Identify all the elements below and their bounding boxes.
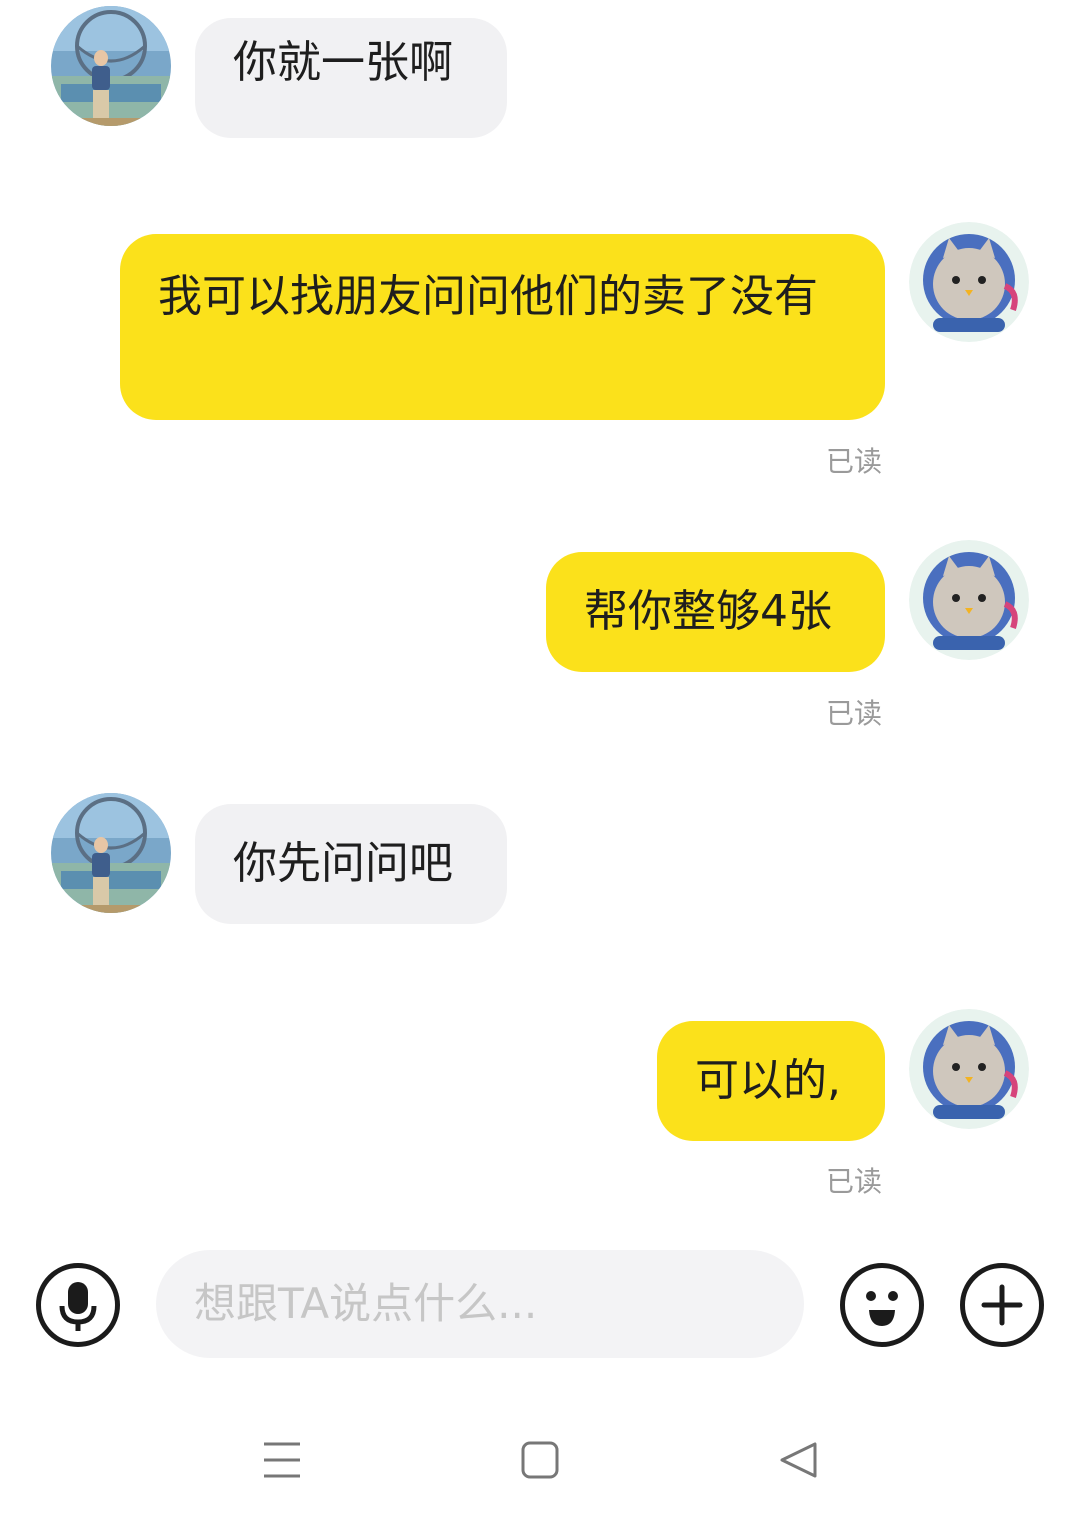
cat-astronaut-icon: [909, 540, 1029, 660]
message-text: 帮你整够4张: [584, 586, 832, 637]
contact-photo-icon: [51, 6, 171, 126]
message-text: 可以的,: [695, 1055, 841, 1106]
menu-icon[interactable]: [262, 1440, 302, 1480]
more-button[interactable]: [960, 1263, 1044, 1347]
message-bubble-outgoing[interactable]: 帮你整够4张: [546, 552, 885, 672]
square-icon[interactable]: [521, 1441, 559, 1479]
message-bubble-outgoing[interactable]: 我可以找朋友问问他们的卖了没有: [120, 234, 885, 420]
message-bubble-incoming[interactable]: 你先问问吧: [195, 804, 507, 924]
contact-avatar[interactable]: [51, 6, 171, 126]
read-receipt: 已读: [826, 445, 883, 478]
smiley-icon: [866, 1291, 898, 1326]
emoji-button[interactable]: [840, 1263, 924, 1347]
read-receipt: 已读: [826, 697, 883, 730]
back-triangle-icon[interactable]: [778, 1441, 818, 1479]
message-bubble-outgoing[interactable]: 可以的,: [657, 1021, 885, 1141]
my-avatar[interactable]: [909, 1009, 1029, 1129]
contact-avatar[interactable]: [51, 793, 171, 913]
message-text: 我可以找朋友问问他们的卖了没有: [158, 271, 818, 322]
cat-astronaut-icon: [909, 1009, 1029, 1129]
microphone-icon: [59, 1282, 97, 1331]
voice-button[interactable]: [36, 1263, 120, 1347]
my-avatar[interactable]: [909, 222, 1029, 342]
contact-photo-icon: [51, 793, 171, 913]
input-placeholder: 想跟TA说点什么...: [194, 1279, 538, 1328]
message-input[interactable]: 想跟TA说点什么...: [156, 1250, 804, 1358]
plus-icon: [981, 1284, 1023, 1326]
my-avatar[interactable]: [909, 540, 1029, 660]
message-bubble-incoming[interactable]: 你就一张啊: [195, 18, 507, 138]
message-text: 你先问问吧: [233, 838, 453, 889]
message-text: 你就一张啊: [233, 37, 453, 88]
cat-astronaut-icon: [909, 222, 1029, 342]
read-receipt: 已读: [826, 1165, 883, 1198]
